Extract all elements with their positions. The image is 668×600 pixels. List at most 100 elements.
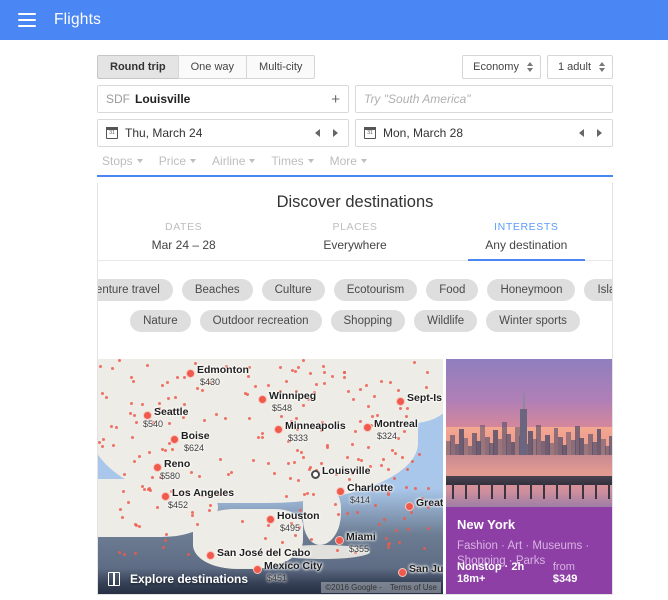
map-speck xyxy=(345,456,349,460)
filter-stops[interactable]: Stops xyxy=(102,154,143,168)
map-marker[interactable] xyxy=(274,425,283,434)
tab-places[interactable]: PLACES Everywhere xyxy=(269,221,440,260)
chip-outdoor-recreation[interactable]: Outdoor recreation xyxy=(199,310,322,332)
chip-beaches[interactable]: Beaches xyxy=(181,279,253,301)
map-speck xyxy=(114,425,118,429)
map-speck xyxy=(323,370,327,374)
map-marker-price: $624 xyxy=(184,443,205,453)
return-date-steppers[interactable] xyxy=(579,129,604,137)
filter-price[interactable]: Price xyxy=(159,154,197,168)
passenger-count-value: 1 adult xyxy=(557,61,591,73)
map-speck xyxy=(122,472,126,476)
map-speck xyxy=(256,435,260,439)
pier-leg xyxy=(608,483,610,499)
map-speck xyxy=(335,549,339,553)
trip-type-one-way[interactable]: One way xyxy=(177,55,248,79)
map-marker-label: Minneapolis xyxy=(285,420,346,432)
depart-date-value: Thu, March 24 xyxy=(125,126,203,140)
filter-more[interactable]: More xyxy=(330,154,367,168)
map-marker-label: Charlotte xyxy=(347,482,394,494)
tab-interests[interactable]: INTERESTS Any destination xyxy=(441,221,612,261)
map-speck xyxy=(126,500,130,504)
map-speck xyxy=(405,468,409,472)
map-copyright: ©2016 Google - xyxy=(325,583,382,592)
calendar-icon: 31 xyxy=(364,127,376,139)
map-speck xyxy=(301,359,305,363)
depart-date-steppers[interactable] xyxy=(315,129,340,137)
trip-type-round-trip[interactable]: Round trip xyxy=(97,55,179,79)
map-marker[interactable] xyxy=(396,397,405,406)
filter-times[interactable]: Times xyxy=(271,154,314,168)
map-speck xyxy=(132,379,136,383)
explore-destinations-button[interactable]: Explore destinations xyxy=(108,572,248,586)
add-origin-icon[interactable]: + xyxy=(331,92,340,107)
map-marker[interactable] xyxy=(206,551,215,560)
map-speck xyxy=(202,418,206,422)
map-marker-label: Great xyxy=(416,497,443,509)
map-marker[interactable] xyxy=(335,536,344,545)
map-speck xyxy=(130,401,134,405)
map-speck xyxy=(365,383,369,387)
map-marker[interactable] xyxy=(266,515,275,524)
tab-places-value: Everywhere xyxy=(323,238,387,252)
map-marker-label: Los Angeles xyxy=(172,487,235,499)
passenger-count-select[interactable]: 1 adult xyxy=(546,55,613,79)
map-speck xyxy=(426,527,430,531)
filter-airline[interactable]: Airline xyxy=(212,154,256,168)
pier xyxy=(446,476,612,485)
chip-nature[interactable]: Nature xyxy=(130,310,191,332)
map-terms-link[interactable]: Terms of Use xyxy=(390,583,437,592)
map-marker-label: Houston xyxy=(277,510,320,522)
map-speck xyxy=(137,455,141,459)
interest-chips: Adventure travel Beaches Culture Ecotour… xyxy=(98,261,612,332)
tab-dates[interactable]: DATES Mar 24 – 28 xyxy=(98,221,269,260)
map-speck xyxy=(195,386,199,390)
chip-honeymoon[interactable]: Honeymoon xyxy=(487,279,576,301)
chip-ecotourism[interactable]: Ecotourism xyxy=(333,279,418,301)
return-date-input[interactable]: 31 Mon, March 28 xyxy=(355,119,613,147)
map-marker-label: Sept-Is xyxy=(407,392,443,404)
discover-title: Discover destinations xyxy=(276,193,434,211)
chip-wildlife[interactable]: Wildlife xyxy=(414,310,478,332)
destination-card[interactable]: New York Fashion · Art · Museums · Shopp… xyxy=(446,359,612,594)
discover-tabs: DATES Mar 24 – 28 PLACES Everywhere INTE… xyxy=(98,221,612,261)
trip-type-multi-city[interactable]: Multi-city xyxy=(246,55,316,79)
map-marker[interactable] xyxy=(405,502,414,511)
map-marker[interactable] xyxy=(336,487,345,496)
depart-date-input[interactable]: 31 Thu, March 24 xyxy=(97,119,349,147)
destinations-map[interactable]: Explore destinations ©2016 Google - Term… xyxy=(98,359,443,594)
tab-dates-caption: DATES xyxy=(165,221,203,233)
map-speck xyxy=(130,435,134,439)
dates-row: 31 Thu, March 24 31 Mon, March 28 xyxy=(97,119,613,147)
map-marker[interactable] xyxy=(311,470,320,479)
map-marker[interactable] xyxy=(170,435,179,444)
chip-islands[interactable]: Islands xyxy=(584,279,612,301)
app-title: Flights xyxy=(54,11,102,28)
chip-culture[interactable]: Culture xyxy=(261,279,325,301)
cabin-class-select[interactable]: Economy xyxy=(462,55,541,79)
map-marker[interactable] xyxy=(186,369,195,378)
map-marker[interactable] xyxy=(258,395,267,404)
calendar-icon: 31 xyxy=(106,127,118,139)
map-speck xyxy=(266,383,270,387)
map-speck xyxy=(402,516,406,520)
origin-input[interactable]: SDF Louisville + xyxy=(97,85,349,113)
map-marker-label: Montreal xyxy=(374,418,418,430)
map-marker[interactable] xyxy=(253,565,262,574)
map-speck xyxy=(187,552,191,556)
chip-adventure-travel[interactable]: Adventure travel xyxy=(98,279,173,301)
map-speck xyxy=(229,470,233,474)
map-speck xyxy=(342,376,346,380)
return-date-value: Mon, March 28 xyxy=(383,126,464,140)
destination-input[interactable]: Try "South America" xyxy=(355,85,613,113)
pier-leg xyxy=(530,483,532,499)
map-marker[interactable] xyxy=(398,568,407,577)
map-marker-price: $355 xyxy=(349,544,370,554)
chip-winter-sports[interactable]: Winter sports xyxy=(486,310,580,332)
map-marker[interactable] xyxy=(363,423,372,432)
chip-food[interactable]: Food xyxy=(426,279,479,301)
hamburger-icon[interactable] xyxy=(18,13,36,27)
chip-shopping[interactable]: Shopping xyxy=(330,310,406,332)
map-speck xyxy=(373,503,377,507)
map-speck xyxy=(293,534,297,538)
